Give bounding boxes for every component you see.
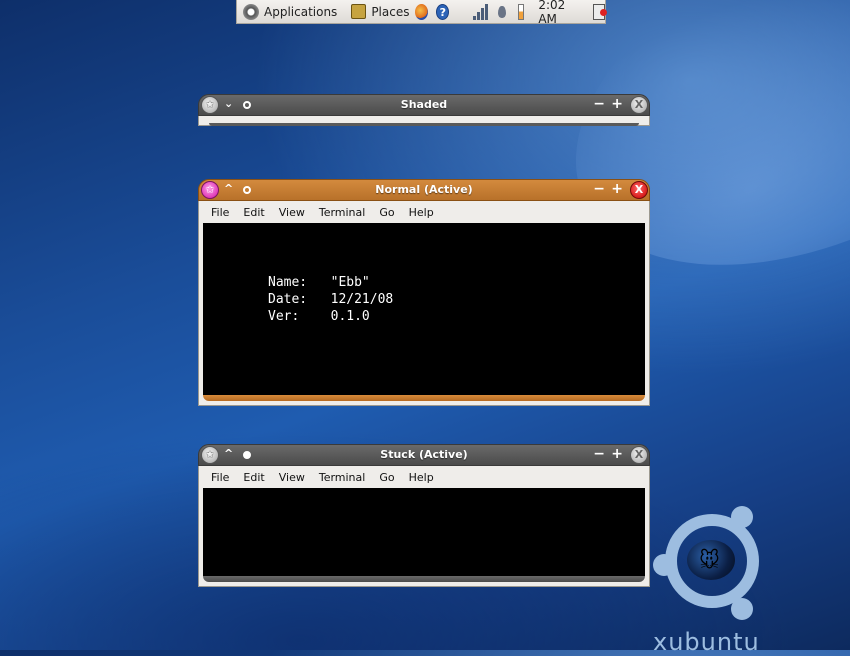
logo-text: xubuntu [653,628,760,656]
maximize-button[interactable]: + [611,446,623,462]
titlebar[interactable]: ✩ ^ Normal (Active) − + X [198,179,650,201]
menu-terminal[interactable]: Terminal [319,206,366,219]
battery-icon[interactable] [517,3,525,20]
terminal-area[interactable]: Name: "Ebb" Date: 12/21/08 Ver: 0.1.0 [203,223,645,395]
applications-label: Applications [264,4,338,19]
firefox-icon[interactable] [415,3,429,20]
window-shaded: ✩ ⌄ Shaded − + X [198,94,650,126]
places-menu[interactable]: Places [337,1,409,23]
logout-icon[interactable] [592,3,608,20]
menu-help[interactable]: Help [409,471,434,484]
clock[interactable]: 2:02 AM [538,0,577,26]
xubuntu-logo: xubuntu [653,500,775,656]
menu-help[interactable]: Help [409,206,434,219]
window-bottom-frame[interactable] [203,576,645,582]
terminal-line: Ver: 0.1.0 [268,309,370,324]
logo-dot [653,554,675,576]
close-button[interactable]: X [630,181,648,199]
help-icon[interactable]: ? [436,3,450,20]
maximize-button[interactable]: + [611,181,623,197]
terminal-area[interactable] [203,488,645,576]
applications-menu[interactable]: Applications [237,1,337,23]
titlebar[interactable]: ✩ ^ Stuck (Active) − + X [198,444,650,466]
menu-edit[interactable]: Edit [243,471,264,484]
minimize-button[interactable]: − [593,96,605,112]
places-label: Places [371,4,410,19]
xfce-mouse-icon [687,540,735,580]
window-normal: ✩ ^ Normal (Active) − + X File Edit View… [198,179,650,406]
window-title: Normal (Active) [375,183,473,196]
menubar: File Edit View Terminal Go Help [203,201,645,223]
menu-file[interactable]: File [211,471,229,484]
window-stuck: ✩ ^ Stuck (Active) − + X File Edit View … [198,444,650,587]
menubar: File Edit View Terminal Go Help [203,466,645,488]
window-body: File Edit View Terminal Go Help Name: "E… [198,201,650,406]
shaded-frame [198,116,650,126]
menu-edit[interactable]: Edit [243,206,264,219]
terminal-line: Date: 12/21/08 [268,292,394,307]
menu-view[interactable]: View [279,206,305,219]
menu-file[interactable]: File [211,206,229,219]
window-title: Stuck (Active) [380,448,468,461]
maximize-button[interactable]: + [611,96,623,112]
menu-go[interactable]: Go [379,471,394,484]
close-button[interactable]: X [630,96,648,114]
window-body: File Edit View Terminal Go Help [198,466,650,587]
window-bottom-frame[interactable] [203,395,645,401]
places-icon [351,4,367,19]
minimize-button[interactable]: − [593,446,605,462]
logo-dot [731,598,753,620]
network-signal-icon[interactable] [473,3,489,20]
minimize-button[interactable]: − [593,181,605,197]
volume-icon[interactable] [498,5,506,18]
top-panel: Applications Places ? 2:02 AM [236,0,608,26]
titlebar[interactable]: ✩ ⌄ Shaded − + X [198,94,650,116]
terminal-line: Name: "Ebb" [268,275,370,290]
close-button[interactable]: X [630,446,648,464]
menu-terminal[interactable]: Terminal [319,471,366,484]
menu-view[interactable]: View [279,471,305,484]
applications-icon [243,3,259,20]
menu-go[interactable]: Go [379,206,394,219]
window-title: Shaded [400,98,448,111]
logo-dot [731,506,753,528]
